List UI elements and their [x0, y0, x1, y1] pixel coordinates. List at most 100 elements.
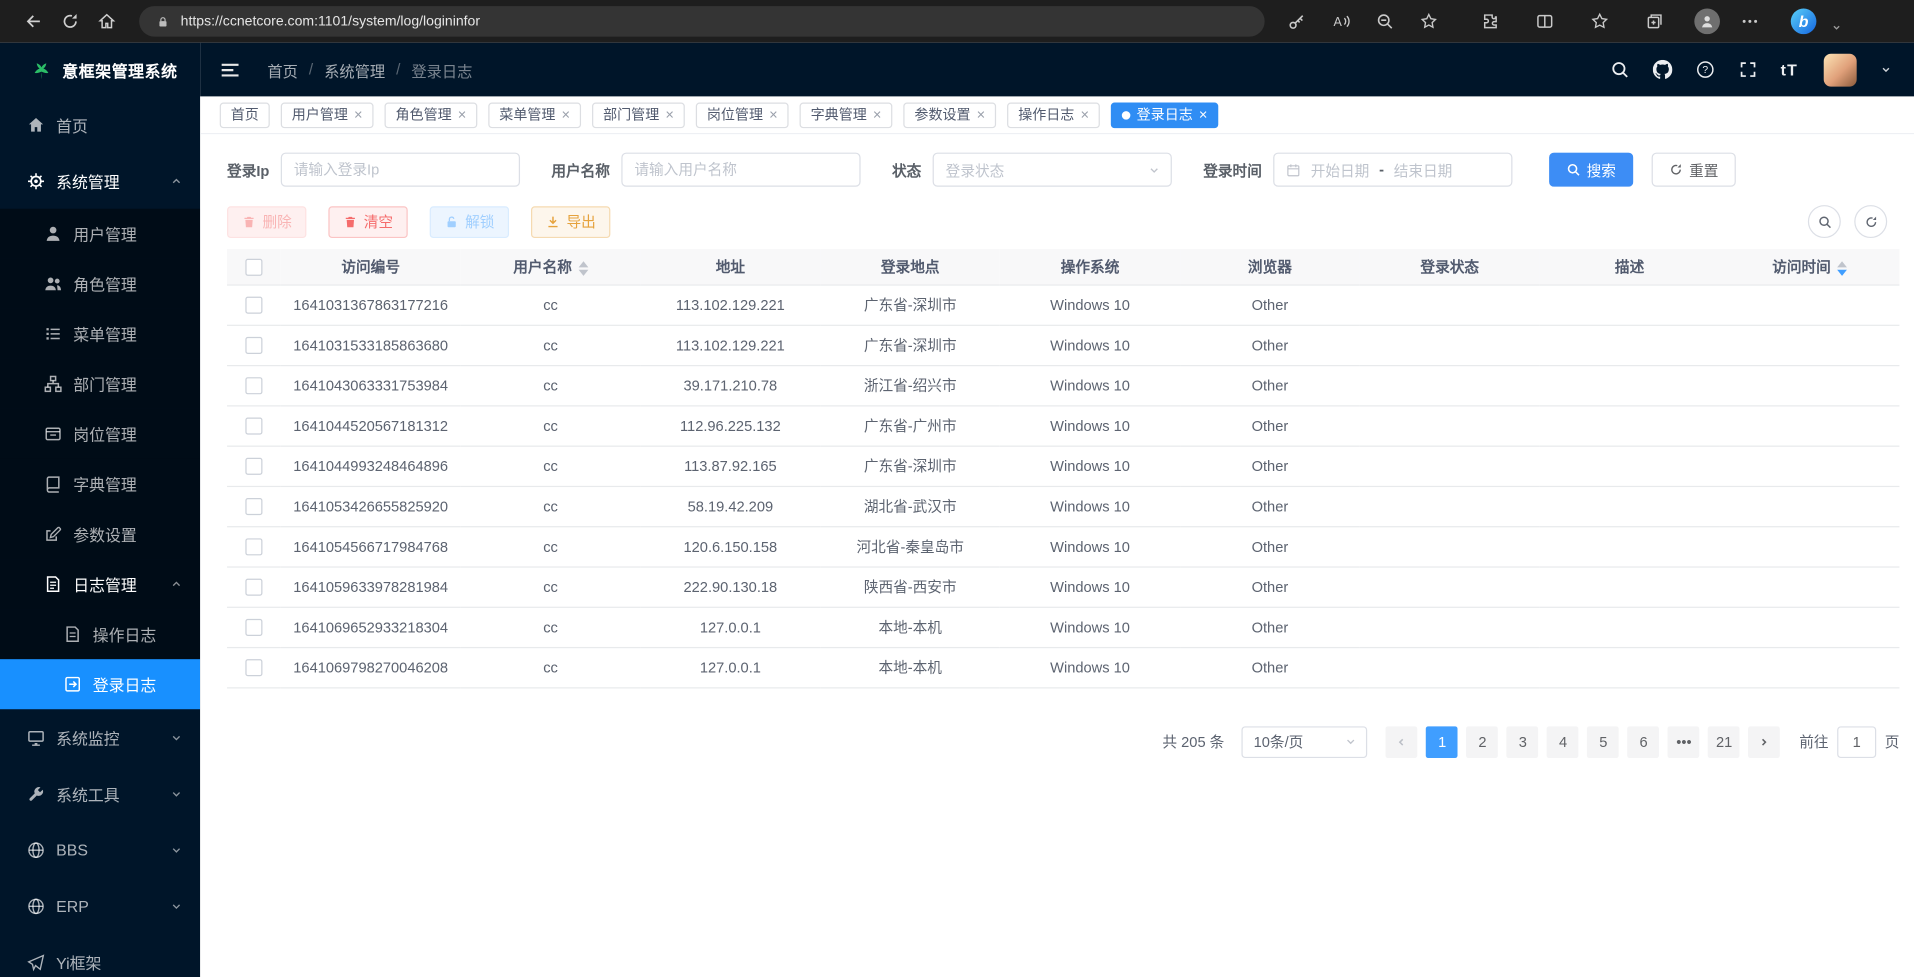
browser-refresh-button[interactable]	[51, 4, 88, 38]
tab-login-log[interactable]: 登录日志×	[1111, 102, 1218, 128]
column-header-1[interactable]: 用户名称	[461, 249, 641, 284]
page-button-6[interactable]: 6	[1628, 726, 1660, 758]
next-page-button[interactable]	[1749, 726, 1781, 758]
page-button-21[interactable]: 21	[1708, 726, 1740, 758]
password-key-icon[interactable]	[1282, 7, 1311, 36]
split-screen-icon[interactable]	[1530, 7, 1559, 36]
sort-icon[interactable]	[1837, 261, 1847, 276]
tab-operation-log[interactable]: 操作日志×	[1007, 102, 1100, 128]
browser-profile-avatar[interactable]	[1694, 9, 1720, 35]
close-icon[interactable]: ×	[354, 107, 363, 122]
sidebar-item-log-management[interactable]: 日志管理	[0, 559, 200, 609]
tab-department-management[interactable]: 部门管理×	[592, 102, 685, 128]
search-button[interactable]: 搜索	[1549, 153, 1633, 187]
clear-button[interactable]: 清空	[328, 206, 407, 238]
username-input[interactable]	[621, 153, 860, 187]
sidebar-item-home[interactable]: 首页	[0, 96, 200, 152]
copilot-caret-icon[interactable]	[1831, 21, 1842, 32]
page-button-3[interactable]: 3	[1507, 726, 1539, 758]
close-icon[interactable]: ×	[665, 107, 674, 122]
sidebar-item-system-management[interactable]: 系统管理	[0, 153, 200, 209]
refresh-table-button[interactable]	[1854, 205, 1887, 238]
add-favorite-icon[interactable]	[1414, 7, 1443, 36]
settings-more-icon[interactable]	[1735, 7, 1764, 36]
prev-page-button[interactable]	[1386, 726, 1418, 758]
breadcrumb-system-management[interactable]: 系统管理	[324, 58, 385, 81]
page-button-4[interactable]: 4	[1547, 726, 1579, 758]
site-lock-icon[interactable]	[156, 14, 169, 29]
row-checkbox[interactable]	[245, 337, 262, 354]
row-checkbox[interactable]	[245, 538, 262, 555]
tab-menu-management[interactable]: 菜单管理×	[488, 102, 581, 128]
row-checkbox[interactable]	[245, 297, 262, 314]
sort-icon[interactable]	[578, 261, 588, 276]
search-icon[interactable]	[1610, 60, 1630, 80]
unlock-button[interactable]: 解锁	[430, 206, 509, 238]
sidebar-item-dict-management[interactable]: 字典管理	[0, 459, 200, 509]
sidebar-item-erp[interactable]: ERP	[0, 878, 200, 934]
reset-button[interactable]: 重置	[1651, 153, 1735, 187]
close-icon[interactable]: ×	[977, 107, 986, 122]
read-aloud-icon[interactable]: A	[1326, 7, 1355, 36]
favorites-icon[interactable]	[1584, 7, 1613, 36]
toggle-search-button[interactable]	[1808, 205, 1841, 238]
page-button-more[interactable]: •••	[1668, 726, 1700, 758]
fullscreen-icon[interactable]	[1738, 60, 1758, 80]
chevron-down-icon[interactable]	[1880, 63, 1892, 75]
row-checkbox[interactable]	[245, 619, 262, 636]
sidebar-item-login-log[interactable]: 登录日志	[0, 659, 200, 709]
export-button[interactable]: 导出	[531, 206, 610, 238]
close-icon[interactable]: ×	[873, 107, 882, 122]
close-icon[interactable]: ×	[769, 107, 778, 122]
sidebar-item-role-management[interactable]: 角色管理	[0, 259, 200, 309]
breadcrumb-home[interactable]: 首页	[267, 58, 298, 81]
delete-button[interactable]: 删除	[227, 206, 306, 238]
date-range-picker[interactable]: 开始日期 - 结束日期	[1273, 153, 1512, 187]
font-size-icon[interactable]: tT	[1781, 60, 1798, 78]
goto-page-input[interactable]	[1837, 726, 1876, 758]
tab-role-management[interactable]: 角色管理×	[385, 102, 478, 128]
row-checkbox[interactable]	[245, 659, 262, 676]
close-icon[interactable]: ×	[458, 107, 467, 122]
sidebar-item-menu-management[interactable]: 菜单管理	[0, 309, 200, 359]
tab-user-management[interactable]: 用户管理×	[281, 102, 374, 128]
tab-param-settings[interactable]: 参数设置×	[903, 102, 996, 128]
sidebar-item-system-monitor[interactable]: 系统监控	[0, 709, 200, 765]
sidebar-item-yi-framework[interactable]: Yi框架	[0, 934, 200, 977]
sidebar-item-param-settings[interactable]: 参数设置	[0, 509, 200, 559]
app-logo[interactable]: 意框架管理系统	[0, 43, 200, 97]
user-avatar[interactable]	[1824, 53, 1857, 86]
collections-icon[interactable]	[1639, 7, 1668, 36]
github-icon[interactable]	[1652, 60, 1672, 80]
sidebar-item-user-management[interactable]: 用户管理	[0, 209, 200, 259]
column-header-8[interactable]: 访问时间	[1720, 249, 1900, 284]
tab-home[interactable]: 首页	[220, 102, 270, 128]
address-bar[interactable]: https://ccnetcore.com:1101/system/log/lo…	[139, 6, 1264, 37]
extensions-icon[interactable]	[1475, 7, 1504, 36]
help-icon[interactable]: ?	[1695, 60, 1715, 80]
row-checkbox[interactable]	[245, 377, 262, 394]
row-checkbox[interactable]	[245, 458, 262, 475]
sidebar-item-operation-log[interactable]: 操作日志	[0, 609, 200, 659]
browser-home-button[interactable]	[88, 4, 125, 38]
page-size-select[interactable]: 10条/页	[1241, 726, 1367, 758]
sidebar-item-system-tools[interactable]: 系统工具	[0, 765, 200, 821]
tab-dict-management[interactable]: 字典管理×	[800, 102, 893, 128]
row-checkbox[interactable]	[245, 417, 262, 434]
row-checkbox[interactable]	[245, 578, 262, 595]
copilot-icon[interactable]: b	[1791, 9, 1817, 35]
collapse-menu-icon[interactable]	[220, 59, 241, 80]
tab-post-management[interactable]: 岗位管理×	[696, 102, 789, 128]
close-icon[interactable]: ×	[562, 107, 571, 122]
status-select[interactable]: 登录状态	[932, 153, 1171, 187]
browser-back-button[interactable]	[15, 4, 52, 38]
page-button-5[interactable]: 5	[1587, 726, 1619, 758]
zoom-out-icon[interactable]	[1370, 7, 1399, 36]
page-button-2[interactable]: 2	[1467, 726, 1499, 758]
page-button-1[interactable]: 1	[1426, 726, 1458, 758]
sidebar-item-post-management[interactable]: 岗位管理	[0, 409, 200, 459]
ip-input[interactable]	[280, 153, 519, 187]
row-checkbox[interactable]	[245, 498, 262, 515]
sidebar-item-department-management[interactable]: 部门管理	[0, 359, 200, 409]
close-icon[interactable]: ×	[1080, 107, 1089, 122]
